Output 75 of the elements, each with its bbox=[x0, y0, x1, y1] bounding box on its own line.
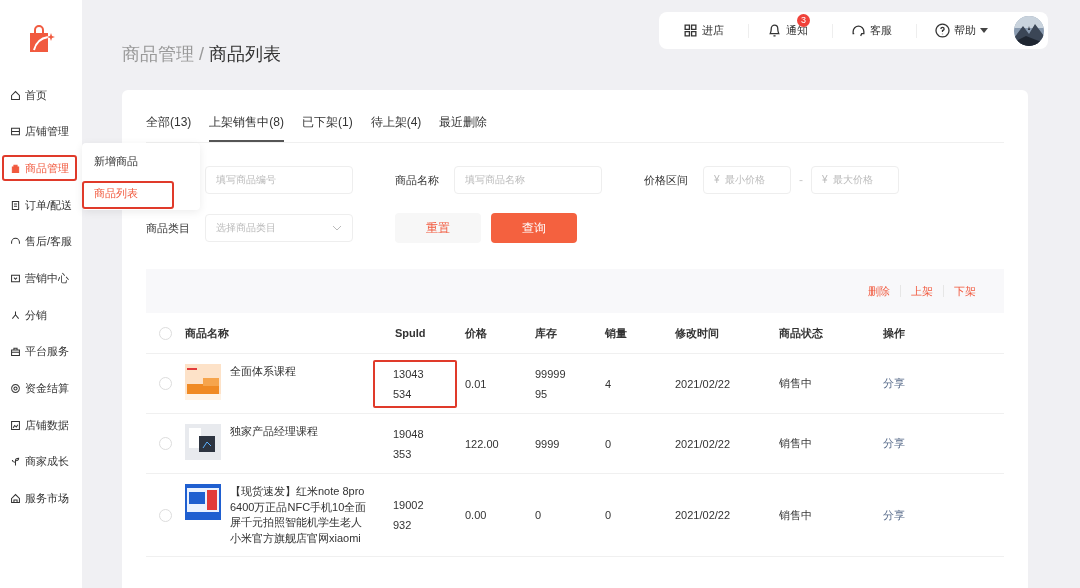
table-cell-text: 销售中 bbox=[779, 507, 813, 523]
column-header: 价格 bbox=[465, 325, 488, 341]
table-cell-text: 0.00 bbox=[465, 509, 488, 521]
table-cell-text: 销售中 bbox=[779, 376, 813, 391]
network-icon bbox=[10, 309, 21, 321]
sidebar-item[interactable]: 分销 bbox=[2, 302, 55, 329]
table-cell-text: 2021/02/22 bbox=[675, 437, 732, 450]
toolbar-button[interactable]: 帮助 bbox=[931, 14, 998, 47]
share-link[interactable]: 分享 bbox=[883, 437, 905, 449]
document-icon bbox=[10, 199, 21, 211]
chevron-icon bbox=[332, 225, 342, 231]
column-header: 商品状态 bbox=[779, 325, 824, 341]
sidebar-item[interactable]: 售后/客服 bbox=[2, 228, 81, 255]
bag-icon bbox=[10, 162, 21, 174]
product-name[interactable]: 独家产品经理课程 bbox=[230, 424, 370, 440]
table-cell-text: 19002932 bbox=[392, 498, 425, 533]
column-header: 修改时间 bbox=[675, 325, 720, 341]
table-cell-text: 0 bbox=[605, 437, 613, 450]
toolbar-button[interactable]: 客服 bbox=[847, 14, 902, 47]
table-cell-text: 4 bbox=[605, 377, 613, 390]
submenu-item[interactable]: 商品列表 bbox=[82, 181, 174, 209]
sidebar-item[interactable]: 商品管理 bbox=[2, 155, 77, 182]
toolbar-button[interactable]: 通知 3 bbox=[763, 14, 818, 47]
sidebar-item[interactable]: 首页 bbox=[2, 82, 55, 108]
table-cell-text: 2021/02/22 bbox=[675, 377, 732, 390]
table-cell-text: 19048353 bbox=[392, 426, 425, 462]
table-cell: 13043534 bbox=[373, 359, 457, 408]
sidebar-item[interactable]: 店铺管理 bbox=[2, 118, 77, 145]
table-cell-text: 122.00 bbox=[465, 437, 500, 450]
table-cell-text: 2021/02/22 bbox=[675, 509, 732, 521]
sidebar-item[interactable]: 平台服务 bbox=[2, 338, 77, 365]
table-cell-text: 0 bbox=[605, 509, 613, 521]
table-cell-text: 9999 bbox=[535, 436, 561, 452]
sidebar-item[interactable]: 商家成长 bbox=[2, 448, 77, 475]
sidebar-item[interactable]: 营销中心 bbox=[2, 265, 77, 292]
product-name[interactable]: 【现货速发】红米note 8pro 6400万正品NFC手机10全面屏千元拍照智能机学生老人小米官方旗舰店官网xiaomi bbox=[230, 484, 370, 546]
submenu-item[interactable]: 新增商品 bbox=[82, 149, 174, 177]
product-name[interactable]: 全面体系课程 bbox=[230, 364, 370, 380]
tab[interactable]: 待上架(4) bbox=[370, 114, 422, 142]
table-cell-text: 9999995 bbox=[535, 366, 567, 402]
field-label: 价格区间 bbox=[644, 172, 689, 188]
breadcrumb: 商品管理 / 商品列表 bbox=[122, 43, 281, 66]
tab[interactable]: 全部(13) bbox=[146, 114, 192, 142]
share-link[interactable]: 分享 bbox=[883, 508, 905, 521]
coin-icon bbox=[10, 383, 21, 394]
notification-badge: 3 bbox=[797, 14, 810, 27]
column-header: 操作 bbox=[883, 325, 906, 341]
house-icon bbox=[10, 493, 21, 505]
sidebar-item[interactable]: 店铺数据 bbox=[2, 412, 77, 439]
sidebar-item[interactable]: 订单/配送 bbox=[2, 192, 81, 219]
tab[interactable]: 已下架(1) bbox=[302, 114, 353, 142]
qr-code-icon bbox=[683, 23, 698, 38]
bell-icon bbox=[767, 23, 782, 38]
column-header: SpuId bbox=[395, 327, 427, 339]
tab[interactable]: 上架销售中(8) bbox=[209, 114, 284, 142]
column-header: 销量 bbox=[605, 325, 628, 341]
home-icon bbox=[10, 89, 21, 101]
toolbar-button[interactable]: 进店 bbox=[679, 14, 734, 47]
share-link[interactable]: 分享 bbox=[883, 377, 905, 389]
table-cell-text: 销售中 bbox=[779, 436, 813, 451]
column-header: 商品名称 bbox=[185, 325, 230, 341]
chart-icon bbox=[10, 419, 21, 431]
help-icon bbox=[935, 23, 950, 38]
sidebar-item[interactable]: 服务市场 bbox=[2, 485, 77, 512]
sidebar-item[interactable]: 资金结算 bbox=[2, 375, 77, 402]
briefcase-icon bbox=[10, 346, 21, 358]
table-cell-text: 0.01 bbox=[465, 377, 488, 390]
column-header: 库存 bbox=[535, 325, 558, 341]
headset-icon bbox=[851, 23, 866, 38]
tab[interactable]: 最近删除 bbox=[439, 114, 488, 142]
field-label: 商品类目 bbox=[146, 220, 191, 236]
table-cell-text: 0 bbox=[535, 508, 543, 523]
range-separator: - bbox=[799, 173, 803, 187]
field-label: 商品名称 bbox=[395, 172, 440, 188]
sprout-icon bbox=[10, 456, 21, 468]
